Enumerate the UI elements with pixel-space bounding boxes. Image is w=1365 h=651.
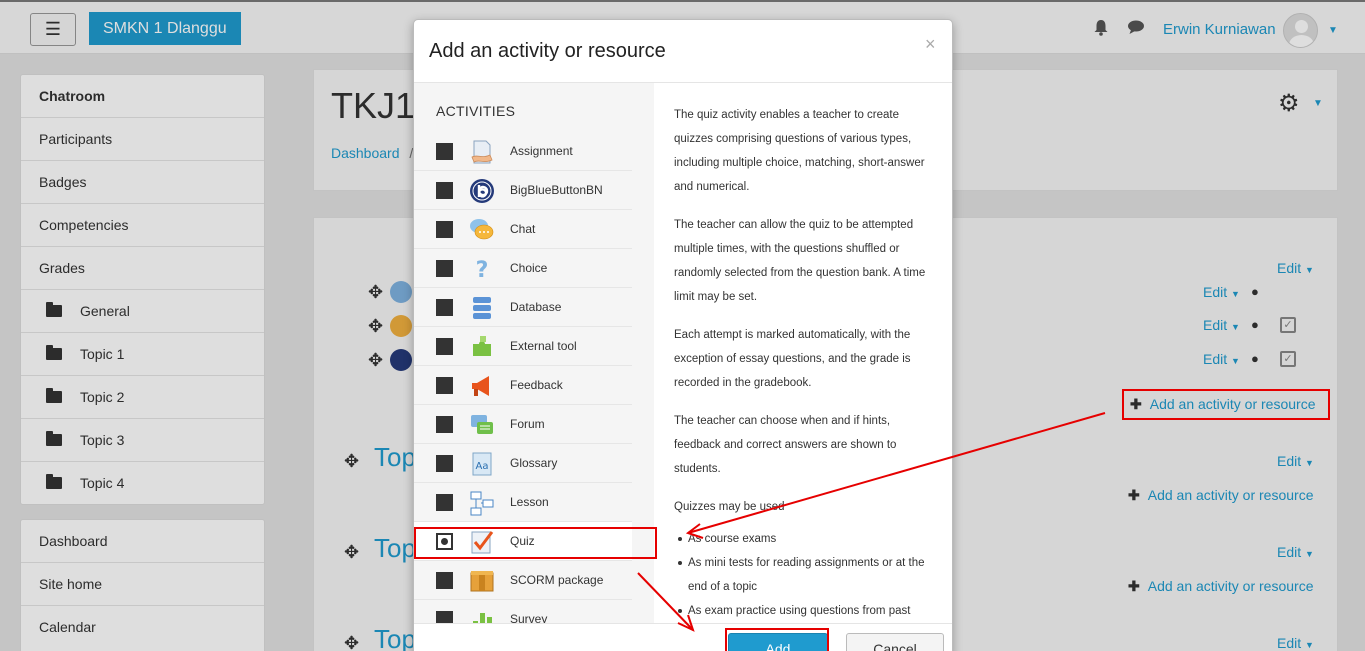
dialog-footer: Add Cancel — [414, 623, 952, 651]
chat-icon — [470, 219, 494, 240]
puzzle-icon — [473, 336, 491, 356]
activity-options: Assignment BigBlueButtonBN Chat ? Choice — [414, 132, 654, 623]
bigbluebutton-icon — [470, 179, 494, 203]
database-icon — [473, 297, 491, 319]
description-list: As course exams As mini tests for readin… — [674, 527, 933, 623]
radio-button[interactable] — [436, 338, 453, 355]
description-list-item: As mini tests for reading assignments or… — [674, 551, 933, 599]
option-label: Chat — [510, 222, 536, 236]
radio-button[interactable] — [436, 416, 453, 433]
quiz-icon — [471, 531, 494, 554]
option-scorm-package[interactable]: SCORM package — [414, 561, 632, 600]
radio-button[interactable] — [436, 533, 453, 550]
option-label: Glossary — [510, 456, 558, 470]
close-icon[interactable]: × — [925, 34, 936, 55]
radio-button[interactable] — [436, 494, 453, 511]
radio-button[interactable] — [436, 572, 453, 589]
option-glossary[interactable]: Aa Glossary — [414, 444, 632, 483]
survey-icon — [473, 613, 492, 623]
radio-button[interactable] — [436, 182, 453, 199]
radio-button[interactable] — [436, 377, 453, 394]
radio-button[interactable] — [436, 221, 453, 238]
option-label: Quiz — [510, 534, 535, 548]
option-label: Survey — [510, 612, 548, 623]
svg-text:Aa: Aa — [476, 461, 489, 472]
cancel-button[interactable]: Cancel — [846, 633, 944, 651]
option-label: Lesson — [510, 495, 549, 509]
description-paragraph: Quizzes may be used — [674, 501, 785, 513]
option-external-tool[interactable]: External tool — [414, 327, 632, 366]
megaphone-icon — [472, 376, 489, 396]
description-list-item: As exam practice using questions from pa… — [674, 599, 933, 623]
activity-description: The quiz activity enables a teacher to c… — [654, 83, 952, 623]
option-database[interactable]: Database — [414, 288, 632, 327]
option-label: Assignment — [510, 144, 573, 158]
option-label: Choice — [510, 261, 548, 275]
radio-button[interactable] — [436, 260, 453, 277]
option-assignment[interactable]: Assignment — [414, 132, 632, 171]
glossary-icon: Aa — [472, 452, 492, 476]
option-feedback[interactable]: Feedback — [414, 366, 632, 405]
svg-text:?: ? — [476, 258, 489, 282]
dialog-header: Add an activity or resource × — [414, 20, 952, 83]
radio-button[interactable] — [436, 299, 453, 316]
option-quiz[interactable]: Quiz — [414, 522, 632, 561]
radio-button[interactable] — [436, 611, 453, 623]
add-activity-dialog: Add an activity or resource × ACTIVITIES… — [413, 19, 953, 651]
description-paragraph: The teacher can choose when and if hints… — [674, 415, 897, 475]
option-lesson[interactable]: Lesson — [414, 483, 632, 522]
forum-icon — [471, 415, 493, 434]
lesson-icon — [470, 491, 494, 516]
option-label: Database — [510, 300, 562, 314]
option-label: Feedback — [510, 378, 563, 392]
option-label: SCORM package — [510, 573, 604, 587]
assignment-icon — [471, 140, 493, 164]
add-button[interactable]: Add — [728, 633, 828, 651]
option-label: BigBlueButtonBN — [510, 183, 603, 197]
question-mark-icon: ? — [476, 258, 489, 282]
option-survey[interactable]: Survey — [414, 600, 632, 623]
radio-button[interactable] — [436, 143, 453, 160]
description-list-item: As course exams — [674, 527, 933, 551]
description-paragraph: Each attempt is marked automatically, wi… — [674, 329, 911, 389]
activities-section-label: ACTIVITIES — [436, 103, 516, 119]
description-paragraph: The quiz activity enables a teacher to c… — [674, 109, 925, 193]
activity-chooser-list[interactable]: ACTIVITIES Assignment BigBlueButtonBN Ch… — [414, 83, 654, 623]
option-label: External tool — [510, 339, 577, 353]
option-forum[interactable]: Forum — [414, 405, 632, 444]
description-paragraph: The teacher can allow the quiz to be att… — [674, 219, 926, 303]
option-choice[interactable]: ? Choice — [414, 249, 632, 288]
option-bigbluebuttonbn[interactable]: BigBlueButtonBN — [414, 171, 632, 210]
option-label: Forum — [510, 417, 545, 431]
dialog-title: Add an activity or resource — [429, 40, 666, 62]
scorm-package-icon — [470, 571, 494, 592]
option-chat[interactable]: Chat — [414, 210, 632, 249]
radio-button[interactable] — [436, 455, 453, 472]
